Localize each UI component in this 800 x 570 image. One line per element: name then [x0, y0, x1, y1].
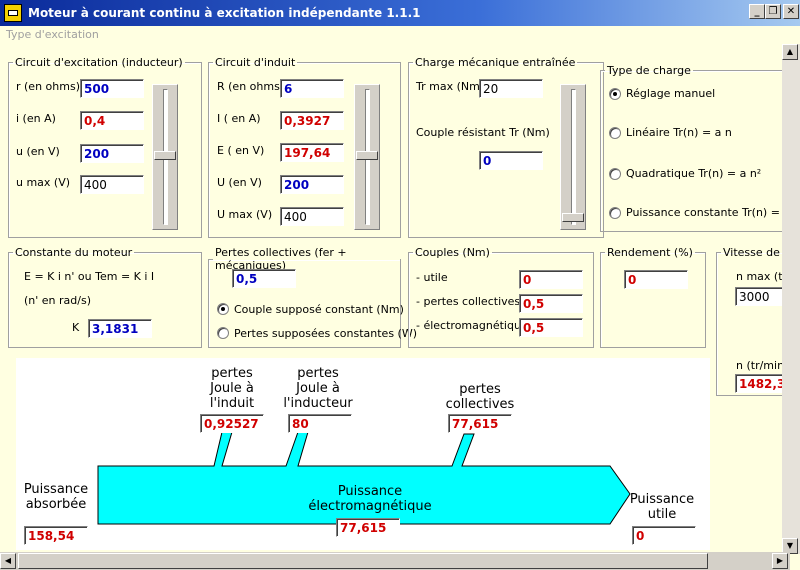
- constante-unit: (n' en rad/s): [24, 294, 91, 307]
- R-label: R (en ohms): [217, 80, 285, 93]
- constante-legend: Constante du moteur: [15, 246, 133, 259]
- pc-output: 77,615: [448, 414, 512, 433]
- radio-puissance-constante[interactable]: [609, 207, 621, 219]
- scroll-right-icon[interactable]: ▶: [772, 553, 788, 569]
- horizontal-scroll-thumb[interactable]: [18, 553, 708, 569]
- couple-utile-output: 0: [519, 270, 583, 289]
- nmax-input[interactable]: 3000: [735, 287, 785, 306]
- excitation-legend: Circuit d'excitation (inducteur): [15, 56, 183, 69]
- constante-equation: E = K i n' ou Tem = K i I: [24, 270, 155, 283]
- couple-label: Couple résistant Tr (Nm): [416, 126, 550, 139]
- couple-slider-thumb[interactable]: [562, 213, 584, 222]
- couple-slider[interactable]: [560, 84, 586, 230]
- n-output: 1482,3: [735, 374, 785, 393]
- pc-label: pertes collectives: [445, 382, 515, 412]
- pj-induit-label: pertes Joule à l'induit: [209, 366, 255, 411]
- radio-quadratique[interactable]: [609, 168, 621, 180]
- app-icon: [4, 4, 22, 22]
- couple-pc-label: - pertes collectives: [416, 295, 521, 308]
- u-slider[interactable]: [152, 84, 178, 230]
- couple-em-output: 0,5: [519, 318, 583, 337]
- couple-em-label: - électromagnétique: [416, 319, 528, 332]
- U-slider[interactable]: [354, 84, 380, 230]
- pj-inducteur-output: 80: [288, 414, 352, 433]
- u-slider-thumb[interactable]: [154, 151, 176, 160]
- option-couple-constant[interactable]: Couple supposé constant (Nm): [234, 303, 404, 316]
- U-label: U (en V): [217, 176, 262, 189]
- utile-label: Puissance utile: [629, 492, 695, 522]
- couples-legend: Couples (Nm): [415, 246, 490, 259]
- scroll-up-icon[interactable]: ▲: [782, 44, 798, 60]
- I-label: I ( en A): [217, 112, 261, 125]
- radio-couple-constant[interactable]: [217, 303, 229, 315]
- trmax-label: Tr max (Nm): [416, 80, 485, 93]
- i-output: 0,4: [80, 111, 144, 130]
- pertes-input[interactable]: 0,5: [232, 269, 296, 288]
- option-pertes-constantes[interactable]: Pertes supposées constantes (W): [234, 327, 417, 340]
- vitesse-legend: Vitesse de r: [723, 246, 788, 259]
- radio-reglage-manuel[interactable]: [609, 88, 621, 100]
- charge-legend: Charge mécanique entraînée: [415, 56, 576, 69]
- K-input[interactable]: 3,1831: [88, 319, 152, 338]
- U-input[interactable]: 200: [280, 175, 344, 194]
- close-button[interactable]: ✕: [783, 4, 799, 19]
- i-label: i (en A): [16, 112, 56, 125]
- R-input[interactable]: 6: [280, 79, 344, 98]
- K-label: K: [72, 321, 80, 334]
- Umax-input[interactable]: 400: [280, 207, 344, 226]
- couple-pc-output: 0,5: [519, 294, 583, 313]
- r-label: r (en ohms): [16, 80, 80, 93]
- pj-induit-output: 0,92527: [200, 414, 264, 433]
- minimize-button[interactable]: _: [749, 4, 765, 19]
- radio-lineaire[interactable]: [609, 127, 621, 139]
- rendement-group: Rendement (%): [600, 246, 706, 348]
- option-quadratique[interactable]: Quadratique Tr(n) = a n²: [626, 167, 761, 180]
- type-charge-legend: Type de charge: [607, 64, 691, 77]
- em-output: 77,615: [336, 518, 400, 537]
- utile-output: 0: [632, 526, 696, 545]
- couple-utile-label: - utile: [416, 271, 448, 284]
- scroll-left-icon[interactable]: ◀: [0, 553, 16, 569]
- horizontal-scrollbar[interactable]: ◀ ▶: [0, 552, 790, 570]
- menu-type-excitation[interactable]: Type d'excitation: [6, 28, 99, 41]
- I-output: 0,3927: [280, 111, 344, 130]
- window-title: Moteur à courant continu à excitation in…: [28, 6, 421, 20]
- vertical-scrollbar[interactable]: ▲ ▼: [782, 44, 800, 554]
- title-bar: Moteur à courant continu à excitation in…: [0, 0, 800, 26]
- menu-bar: Type d'excitation: [0, 26, 800, 44]
- pj-inducteur-label: pertes Joule à l'inducteur: [283, 366, 353, 411]
- option-reglage-manuel[interactable]: Réglage manuel: [626, 87, 715, 100]
- umax-input[interactable]: 400: [80, 175, 144, 194]
- u-input[interactable]: 200: [80, 144, 144, 163]
- option-puissance-constante[interactable]: Puissance constante Tr(n) = a / n: [626, 206, 800, 219]
- E-output: 197,64: [280, 143, 344, 162]
- E-label: E ( en V): [217, 144, 265, 157]
- rendement-output: 0: [624, 270, 688, 289]
- absorbee-output: 158,54: [24, 526, 88, 545]
- option-lineaire[interactable]: Linéaire Tr(n) = a n: [626, 126, 732, 139]
- U-slider-thumb[interactable]: [356, 151, 378, 160]
- restore-button[interactable]: ❐: [765, 4, 781, 19]
- absorbee-label: Puissance absorbée: [23, 482, 89, 512]
- rendement-legend: Rendement (%): [607, 246, 693, 259]
- trmax-input[interactable]: 20: [479, 79, 543, 98]
- em-label: Puissance électromagnétique: [308, 484, 432, 514]
- radio-pertes-constantes[interactable]: [217, 327, 229, 339]
- couple-input[interactable]: 0: [479, 151, 543, 170]
- r-input[interactable]: 500: [80, 79, 144, 98]
- u-label: u (en V): [16, 145, 60, 158]
- Umax-label: U max (V): [217, 208, 273, 221]
- umax-label: u max (V): [16, 176, 71, 189]
- n-label: n (tr/min): [736, 359, 789, 372]
- induit-legend: Circuit d'induit: [215, 56, 296, 69]
